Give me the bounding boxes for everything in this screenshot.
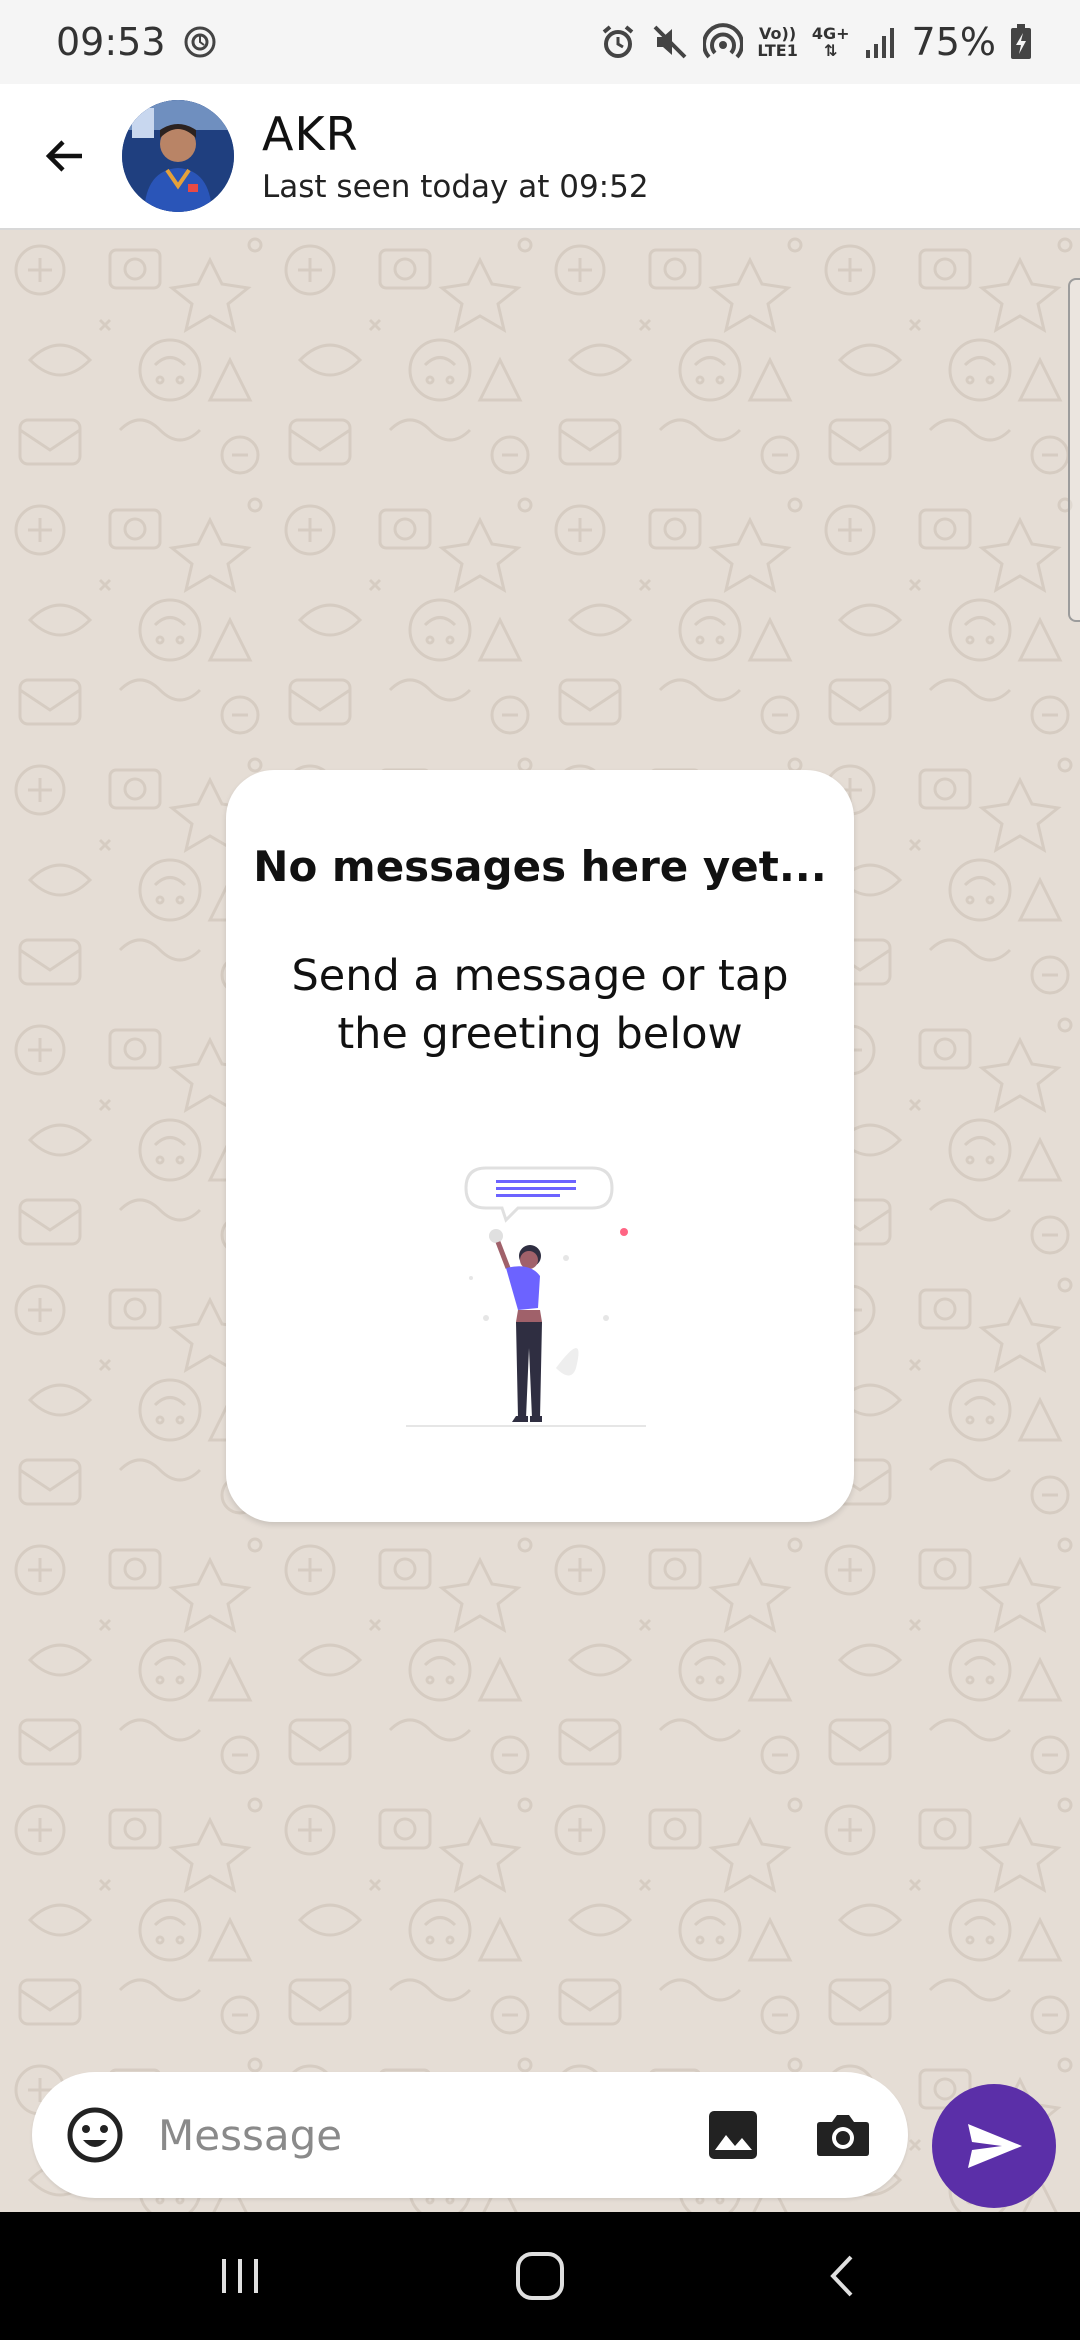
system-nav-bar — [0, 2212, 1080, 2340]
home-icon — [516, 2252, 564, 2300]
gallery-button[interactable] — [706, 2108, 760, 2162]
status-time: 09:53 — [56, 20, 166, 64]
chat-header: AKR Last seen today at 09:52 — [0, 84, 1080, 230]
header-text[interactable]: AKR Last seen today at 09:52 — [262, 107, 649, 205]
message-input[interactable] — [156, 2109, 680, 2161]
battery-percent: 75% — [911, 20, 996, 64]
contact-avatar[interactable] — [122, 100, 234, 212]
chat-screen: 09:53 Vo)) LTE1 4G+ ⇅ 75% AKR Last seen … — [0, 0, 1080, 2340]
send-button[interactable] — [932, 2084, 1056, 2208]
camera-button[interactable] — [814, 2106, 872, 2164]
home-button[interactable] — [500, 2236, 580, 2316]
alarm-icon — [599, 23, 637, 61]
screen-time-icon — [182, 24, 218, 60]
camera-icon — [817, 2115, 869, 2156]
empty-state-title: No messages here yet... — [253, 842, 827, 891]
chevron-left-icon — [830, 2255, 853, 2297]
status-bar: 09:53 Vo)) LTE1 4G+ ⇅ 75% — [0, 0, 1080, 84]
send-icon — [968, 2124, 1022, 2168]
emoji-button[interactable] — [66, 2106, 124, 2164]
back-nav-button[interactable] — [804, 2236, 884, 2316]
volte-label: Vo)) LTE1 — [757, 24, 798, 60]
emoji-icon — [67, 2107, 123, 2163]
data-label: 4G+ ⇅ — [811, 24, 850, 60]
battery-charging-icon — [1010, 24, 1032, 60]
recent-apps-icon — [222, 2259, 258, 2293]
scrollbar-thumb[interactable] — [1068, 278, 1080, 622]
empty-state-subtitle: Send a message or tap the greeting below — [291, 951, 789, 1059]
signal-icon — [864, 26, 898, 58]
back-button[interactable] — [22, 114, 106, 198]
empty-state-card: No messages here yet... Send a message o… — [226, 770, 854, 1522]
image-icon — [709, 2111, 757, 2159]
greeting-illustration[interactable] — [406, 1158, 686, 1458]
arrow-left-icon — [45, 140, 82, 172]
message-composer — [32, 2072, 908, 2198]
last-seen-status: Last seen today at 09:52 — [262, 169, 649, 205]
hotspot-icon — [703, 23, 744, 61]
mute-icon — [651, 23, 689, 61]
contact-name: AKR — [262, 107, 359, 161]
recent-apps-button[interactable] — [200, 2236, 280, 2316]
